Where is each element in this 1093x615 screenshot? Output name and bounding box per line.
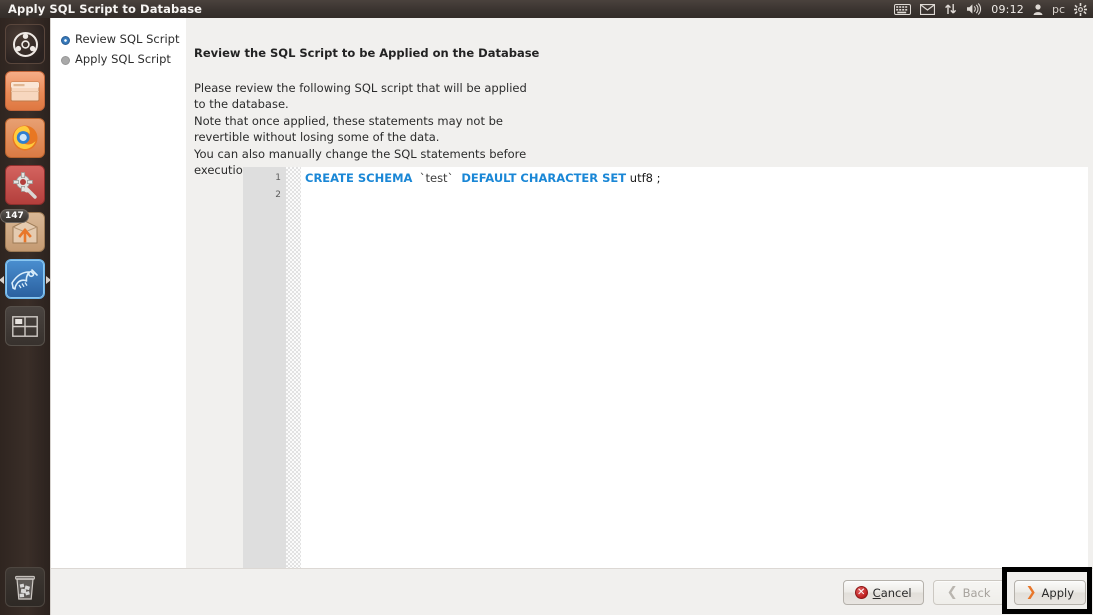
description-line: Please review the following SQL script t…: [194, 81, 527, 95]
top-panel: Apply SQL Script to Database 09:12 pc: [0, 0, 1093, 18]
desktop-screen: Apply SQL Script to Database 09:12 pc 14…: [0, 0, 1093, 615]
volume-icon[interactable]: [966, 3, 982, 15]
dialog-footer: ✕ Cancel ❮ Back ❯ Apply: [51, 568, 1093, 615]
apply-button-label: Apply: [1041, 585, 1074, 600]
updates-badge: 147: [0, 209, 29, 224]
sidebar-item-review-sql-script[interactable]: Review SQL Script: [61, 30, 186, 50]
step-label: Review SQL Script: [75, 32, 180, 47]
dialog-body: Review SQL Script Apply SQL Script Revie…: [51, 18, 1093, 569]
session-gear-icon[interactable]: [1074, 2, 1087, 16]
back-button[interactable]: ❮ Back: [932, 580, 1005, 605]
unity-launcher: 147: [0, 18, 51, 615]
sql-value: utf8 ;: [626, 171, 661, 185]
editor-fold-margin: [286, 167, 301, 569]
code-line[interactable]: [301, 187, 1088, 204]
cancel-button-label: Cancel: [873, 586, 912, 600]
cancel-button[interactable]: ✕ Cancel: [842, 580, 924, 605]
back-button-label: Back: [962, 585, 991, 600]
ubuntu-dash-icon[interactable]: [5, 24, 45, 64]
sql-identifier: `test`: [412, 171, 454, 185]
pane-description: Please review the following SQL script t…: [194, 80, 754, 178]
wizard-steps-sidebar: Review SQL Script Apply SQL Script: [51, 18, 186, 568]
launcher-pip-left: [0, 276, 4, 284]
editor-gutter: 1 2: [243, 167, 286, 569]
indicator-area: 09:12 pc: [894, 2, 1093, 16]
cancel-label-rest: ancel: [880, 585, 912, 600]
description-line: You can also manually change the SQL sta…: [194, 146, 527, 161]
code-line[interactable]: CREATE SCHEMA `test` DEFAULT CHARACTER S…: [301, 170, 1088, 187]
step-pending-bullet-icon: [61, 55, 70, 65]
sql-keyword: CREATE SCHEMA: [305, 171, 413, 185]
sql-keyword: DEFAULT CHARACTER SET: [453, 171, 627, 185]
editor-code-area[interactable]: CREATE SCHEMA `test` DEFAULT CHARACTER S…: [301, 167, 1088, 569]
description-line: Note that once applied, these statements…: [194, 113, 504, 128]
main-pane: Review the SQL Script to be Applied on t…: [186, 18, 1093, 569]
user-avatar-icon[interactable]: [1033, 3, 1043, 15]
sql-script-editor[interactable]: 1 2 CREATE SCHEMA `test` DEFAULT CHARACT…: [243, 167, 1088, 569]
window-title: Apply SQL Script to Database: [8, 2, 203, 16]
cancel-accel-letter: C: [872, 585, 881, 600]
apply-sql-script-dialog: Review SQL Script Apply SQL Script Revie…: [50, 18, 1093, 615]
firefox-icon[interactable]: [5, 118, 45, 158]
footer-button-group: ✕ Cancel ❮ Back ❯ Apply: [842, 580, 1086, 605]
files-icon[interactable]: [5, 71, 45, 111]
apply-button[interactable]: ❯ Apply: [1013, 580, 1086, 605]
error-circle-icon: ✕: [854, 586, 868, 599]
chevron-left-icon: ❮: [946, 585, 958, 600]
description-line: to the database.: [194, 97, 289, 112]
system-settings-icon[interactable]: [5, 165, 45, 205]
mail-icon[interactable]: [920, 3, 936, 15]
network-icon[interactable]: [944, 3, 957, 15]
description-line: revertible without losing some of the da…: [194, 130, 440, 145]
chevron-right-icon: ❯: [1025, 585, 1037, 600]
step-label: Apply SQL Script: [75, 52, 171, 67]
workspace-switcher-icon[interactable]: [5, 306, 45, 346]
page-title: Review the SQL Script to be Applied on t…: [194, 46, 540, 60]
keyboard-icon[interactable]: [894, 3, 912, 15]
clock[interactable]: 09:12: [991, 3, 1024, 16]
line-number: 1: [275, 173, 281, 183]
sidebar-item-apply-sql-script[interactable]: Apply SQL Script: [61, 50, 186, 70]
software-updater-icon[interactable]: 147: [0, 209, 45, 252]
user-name[interactable]: pc: [1052, 3, 1065, 16]
line-number: 2: [275, 190, 281, 200]
trash-icon[interactable]: [5, 567, 45, 607]
step-active-bullet-icon: [61, 35, 70, 45]
mysql-workbench-icon[interactable]: [0, 259, 51, 299]
